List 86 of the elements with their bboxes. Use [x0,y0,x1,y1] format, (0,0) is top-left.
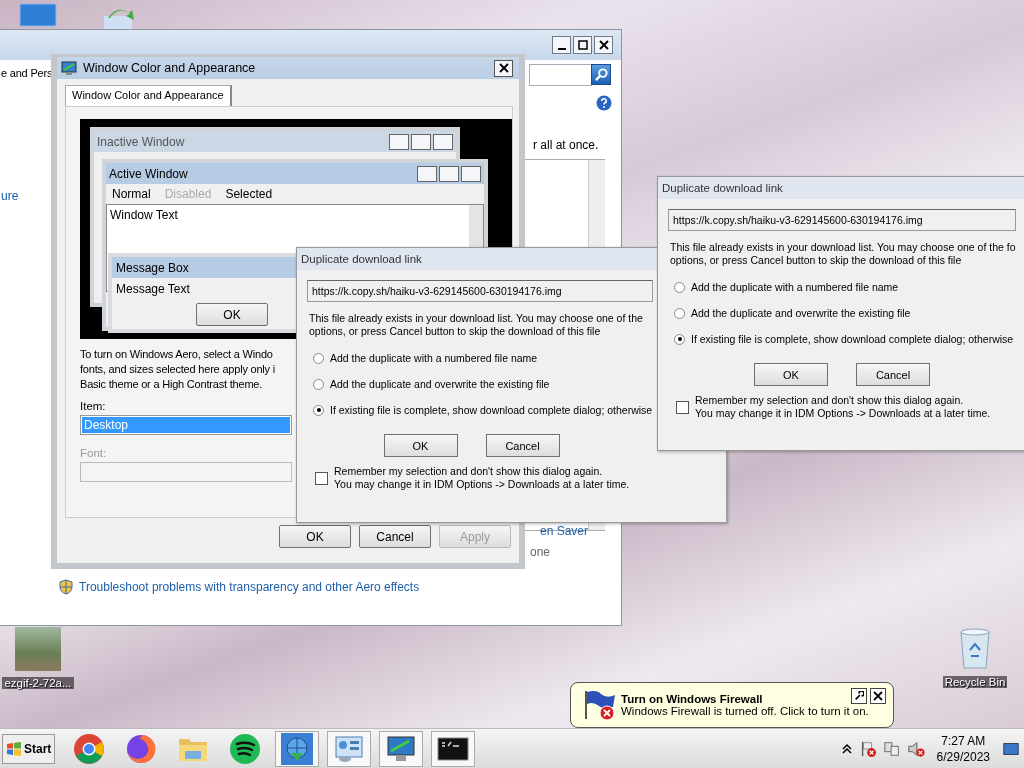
checkbox-label[interactable]: You may change it in IDM Options -> Downloads at a later time. [695,407,991,420]
search-icon [593,67,609,82]
message-text: options, or press Cancel button to skip the download of this file [670,254,962,267]
troubleshoot-link[interactable]: Troubleshoot problems with transparency and other Aero effects [79,580,420,594]
message-text: This file already exists in your download list. You may choose one of the fo [670,241,1016,254]
taskbar-app-button[interactable] [275,730,320,767]
window-text: Window Text [110,208,178,222]
dialog-title: Duplicate download link [662,182,783,194]
menu-item: Disabled [164,187,212,201]
dialog-button[interactable]: Cancel [856,363,930,386]
menu-item: Normal [112,187,151,201]
start-button[interactable]: Start [2,733,56,764]
options-button[interactable] [851,688,867,704]
search-button[interactable] [591,64,611,85]
tab[interactable]: Window Color and Appearance [65,85,232,106]
clock-date[interactable]: 6/29/2023 [936,748,990,765]
globe-download-icon [281,732,314,765]
dialog-button[interactable]: Cancel [485,434,560,457]
url-field[interactable]: https://k.copy.sh/haiku-v3-629145600-630194176.img [307,280,653,302]
option-label[interactable]: Add the duplicate and overwrite the existing file [691,307,911,319]
minimize-button[interactable] [552,36,571,54]
browser-icon [73,732,106,765]
close-button[interactable] [494,59,513,77]
radio-button[interactable] [674,333,685,345]
desktop-icon-label[interactable]: Recycle Bin [942,676,1008,688]
window-title: Active Window [109,166,189,181]
balloon-message: Windows Firewall is turned off. Click to turn it on. [621,705,869,717]
radio-button[interactable] [674,281,685,293]
option-label[interactable]: Add the duplicate with a numbered file name [691,281,899,293]
info-text: Basic theme or a High Contrast theme. [80,377,263,392]
fox-browser-icon [125,732,158,765]
option-label[interactable]: If existing file is complete, show download complete dialog; otherwise [691,333,1014,345]
dialog-button[interactable]: OK [383,434,458,457]
window-title: Inactive Window [97,134,186,149]
field-label: Font: [80,447,107,459]
url-field[interactable]: https://k.copy.sh/haiku-v3-629145600-630194176.img [668,209,1016,231]
balloon-title: Turn on Windows Firewall [621,693,763,705]
maximize-button[interactable] [573,36,592,54]
taskbar-app-button[interactable] [431,730,476,767]
desktop-icon-label[interactable]: ezgif-2-72a... [2,677,74,689]
flag-warning-icon [583,689,617,721]
shield-icon [59,579,73,595]
notification-balloon[interactable]: Turn on Windows Firewall Windows Firewall is turned off. Click to turn it on. [570,682,894,728]
checkbox-label[interactable]: Remember my selection and don't show this dialog again. [695,394,964,407]
close-button[interactable] [870,688,886,704]
taskbar-app-button[interactable] [379,730,424,767]
checkbox-label[interactable]: Remember my selection and don't show this dialog again. [334,465,603,478]
screen-saver-link[interactable]: en Saver [540,524,589,538]
dialog-button[interactable]: OK [754,363,828,386]
speaker-muted-icon[interactable] [906,739,925,758]
help-icon[interactable] [596,95,612,111]
chevron-up-icon[interactable] [840,742,853,755]
checkbox[interactable] [315,472,328,485]
info-text: To turn on Windows Aero, select a Windo [80,347,273,362]
clock-time[interactable]: 7:27 AM [941,732,986,749]
address-bar-text[interactable]: e and Pers [1,67,53,79]
description-text: r all at once. [533,138,599,152]
recycle-bin-icon[interactable] [957,626,993,670]
radio-button[interactable] [313,352,324,364]
field-label: Item: [80,400,106,412]
dialog-title: Duplicate download link [301,253,422,265]
option-label[interactable]: If existing file is complete, show download complete dialog; otherwise [330,404,653,416]
screen-saver-value: one [530,545,551,559]
windows-logo-icon [6,740,22,757]
menu-item: Selected [225,187,273,201]
info-text: fonts, and sizes selected here apply only i [80,362,276,377]
option-label[interactable]: Add the duplicate with a numbered file name [330,352,538,364]
checkbox-label[interactable]: You may change it in IDM Options -> Downloads at a later time. [334,478,630,491]
sidebar-link[interactable]: ure [1,189,19,203]
radio-button[interactable] [313,404,324,416]
radio-button[interactable] [674,307,685,319]
dialog-button[interactable]: OK [279,525,351,548]
wrench-icon [854,691,864,701]
option-label[interactable]: Add the duplicate and overwrite the existing file [330,378,550,390]
checkbox[interactable] [676,401,689,414]
radio-button[interactable] [313,378,324,390]
music-app-icon [229,732,262,765]
dialog-title: Window Color and Appearance [83,61,257,75]
network-icon[interactable] [882,739,901,758]
display-icon [61,60,77,76]
ok-button: OK [196,303,268,326]
message-text: Message Text [115,281,191,298]
close-button[interactable] [594,36,613,54]
window-title: Message Box [116,260,189,275]
dialog-button[interactable]: Cancel [359,525,431,548]
search-field[interactable] [529,64,592,86]
